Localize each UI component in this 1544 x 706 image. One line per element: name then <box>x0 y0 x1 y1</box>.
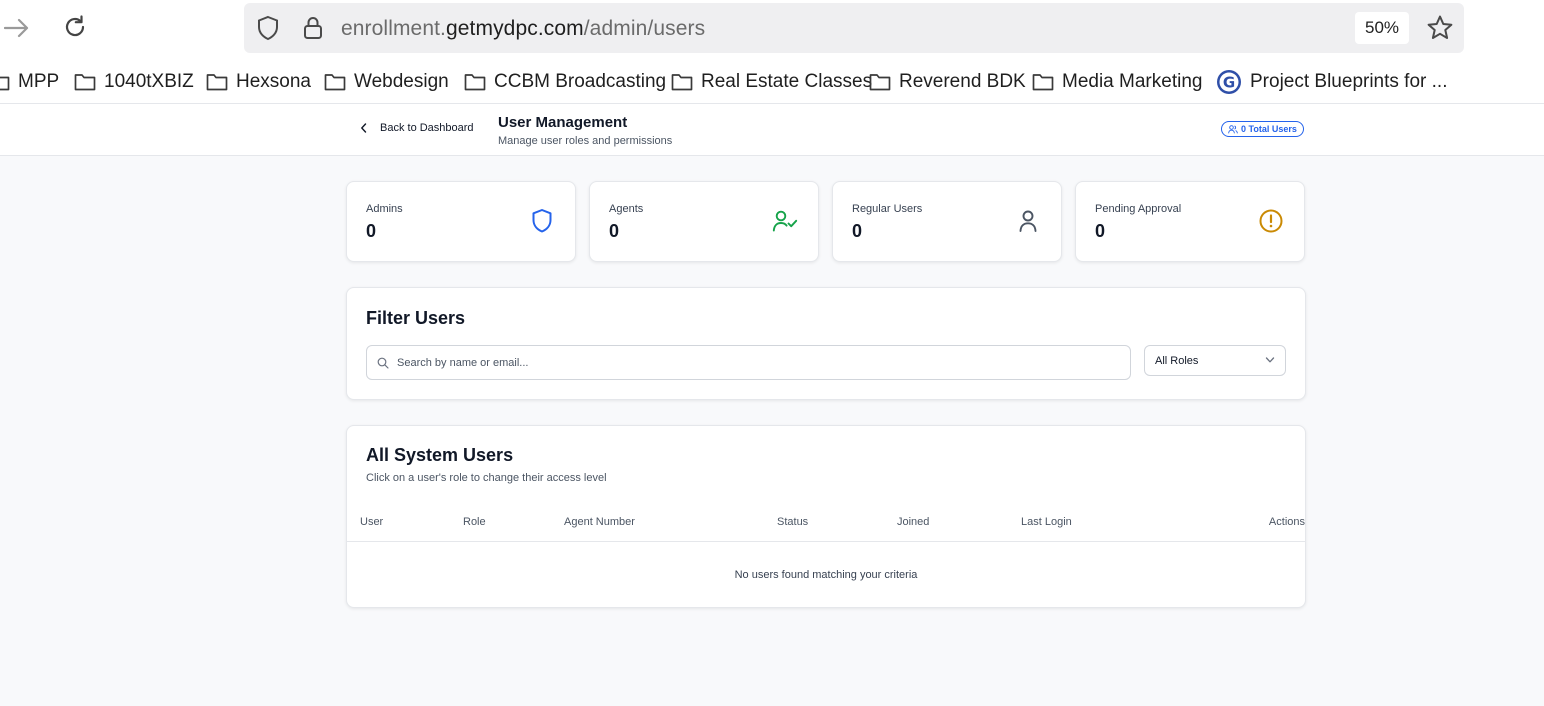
forward-button[interactable] <box>2 14 32 42</box>
stat-card-regular-users: Regular Users 0 <box>832 181 1062 262</box>
chevron-down-icon <box>1265 357 1275 363</box>
folder-icon <box>74 74 96 91</box>
address-bar[interactable]: enrollment.getmydpc.com/admin/users 50% <box>244 3 1464 53</box>
stat-label: Agents <box>609 203 644 215</box>
empty-state-message: No users found matching your criteria <box>734 569 918 581</box>
bookmark-hexsona[interactable]: Hexsona <box>206 68 311 96</box>
total-users-label: 0 Total Users <box>1241 124 1297 134</box>
stat-value: 0 <box>609 221 620 241</box>
bookmark-real-estate-classes[interactable]: Real Estate Classes <box>671 68 872 96</box>
column-header-actions: Actions <box>1225 516 1305 528</box>
stat-card-admins: Admins 0 <box>346 181 576 262</box>
bookmark-label: Hexsona <box>236 71 311 92</box>
zoom-level-badge[interactable]: 50% <box>1355 12 1409 44</box>
url-domain: getmydpc.com <box>445 17 584 40</box>
actions-label: Actions <box>1268 516 1305 528</box>
stat-card-pending-approval: Pending Approval 0 <box>1075 181 1305 262</box>
folder-icon <box>206 74 228 91</box>
table-divider <box>347 541 1305 542</box>
bookmark-label: CCBM Broadcasting <box>494 71 667 92</box>
alert-circle-icon <box>1258 208 1284 234</box>
search-box[interactable] <box>366 345 1131 380</box>
role-select-value: All Roles <box>1155 355 1199 367</box>
reload-button[interactable] <box>60 12 90 42</box>
column-header-user: User <box>360 516 384 528</box>
bookmark-project-blueprints[interactable]: G Project Blueprints for ... <box>1216 68 1447 96</box>
bookmark-label: Project Blueprints for ... <box>1250 71 1448 92</box>
g-logo-icon: G <box>1217 70 1241 94</box>
bookmark-1040txbiz[interactable]: 1040tXBIZ <box>74 68 194 96</box>
total-users-badge: 0 Total Users <box>1221 121 1304 137</box>
back-label: Back to Dashboard <box>380 122 474 134</box>
users-table-description: Click on a user's role to change their a… <box>366 472 607 484</box>
stat-value: 0 <box>852 221 863 241</box>
bookmark-webdesign[interactable]: Webdesign <box>324 68 449 96</box>
browser-toolbar: enrollment.getmydpc.com/admin/users 50% … <box>0 0 1544 104</box>
stat-value: 0 <box>1095 221 1106 241</box>
url-path: /admin/users <box>583 17 706 40</box>
shield-icon <box>529 208 555 234</box>
folder-icon <box>0 76 10 91</box>
folder-icon <box>464 74 486 91</box>
all-system-users-panel: All System Users Click on a user's role … <box>346 425 1306 608</box>
column-header-role: Role <box>463 516 486 528</box>
stat-label: Pending Approval <box>1095 203 1182 215</box>
filter-title: Filter Users <box>366 308 466 328</box>
column-header-last-login: Last Login <box>1021 516 1072 528</box>
folder-icon <box>1032 74 1054 91</box>
bookmark-media-marketing[interactable]: Media Marketing <box>1032 68 1202 96</box>
reload-icon <box>65 15 85 37</box>
bookmark-label: Real Estate Classes <box>701 71 873 92</box>
stat-value: 0 <box>366 221 377 241</box>
user-check-icon <box>772 208 798 234</box>
arrow-right-icon <box>4 18 29 38</box>
folder-icon <box>671 74 693 91</box>
bookmark-label: Media Marketing <box>1062 71 1203 92</box>
page-subtitle: Manage user roles and permissions <box>498 135 673 147</box>
column-header-status: Status <box>777 516 809 528</box>
search-icon <box>377 357 389 369</box>
bookmark-label: Reverend BDK <box>899 71 1026 92</box>
url-text[interactable]: enrollment.getmydpc.com/admin/users <box>341 17 705 41</box>
page-title: User Management <box>498 114 628 131</box>
bookmark-label: MPP <box>18 71 60 92</box>
star-icon[interactable] <box>1426 14 1454 42</box>
stat-card-agents: Agents 0 <box>589 181 819 262</box>
stat-label: Admins <box>366 203 403 215</box>
filter-users-panel: Filter Users All Roles <box>346 287 1306 400</box>
url-prefix: enrollment. <box>341 17 446 40</box>
bookmark-mpp[interactable]: MPP <box>0 68 59 96</box>
back-to-dashboard-button[interactable]: Back to Dashboard <box>360 122 474 134</box>
role-filter-select[interactable]: All Roles <box>1144 345 1286 376</box>
folder-icon <box>869 74 891 91</box>
column-header-joined: Joined <box>897 516 930 528</box>
users-table-title: All System Users <box>366 445 514 465</box>
users-icon <box>1228 124 1238 133</box>
chevron-left-icon <box>361 123 367 133</box>
bookmark-label: 1040tXBIZ <box>104 71 194 92</box>
stat-label: Regular Users <box>852 203 923 215</box>
column-header-agent-number: Agent Number <box>564 516 635 528</box>
bookmark-ccbm-broadcasting[interactable]: CCBM Broadcasting <box>464 68 666 96</box>
bookmark-reverend-bdk[interactable]: Reverend BDK <box>869 68 1026 96</box>
bookmarks-bar: MPP 1040tXBIZ Hexsona Webdesign CCBM Bro… <box>0 64 1544 100</box>
user-icon <box>1015 208 1041 234</box>
folder-icon <box>324 74 346 91</box>
lock-icon[interactable] <box>302 15 324 41</box>
search-input[interactable] <box>397 347 1117 378</box>
bookmark-label: Webdesign <box>354 71 449 92</box>
svg-text:G: G <box>1223 74 1235 92</box>
shield-icon[interactable] <box>256 15 280 41</box>
app-header: Back to Dashboard User Management Manage… <box>0 104 1544 156</box>
